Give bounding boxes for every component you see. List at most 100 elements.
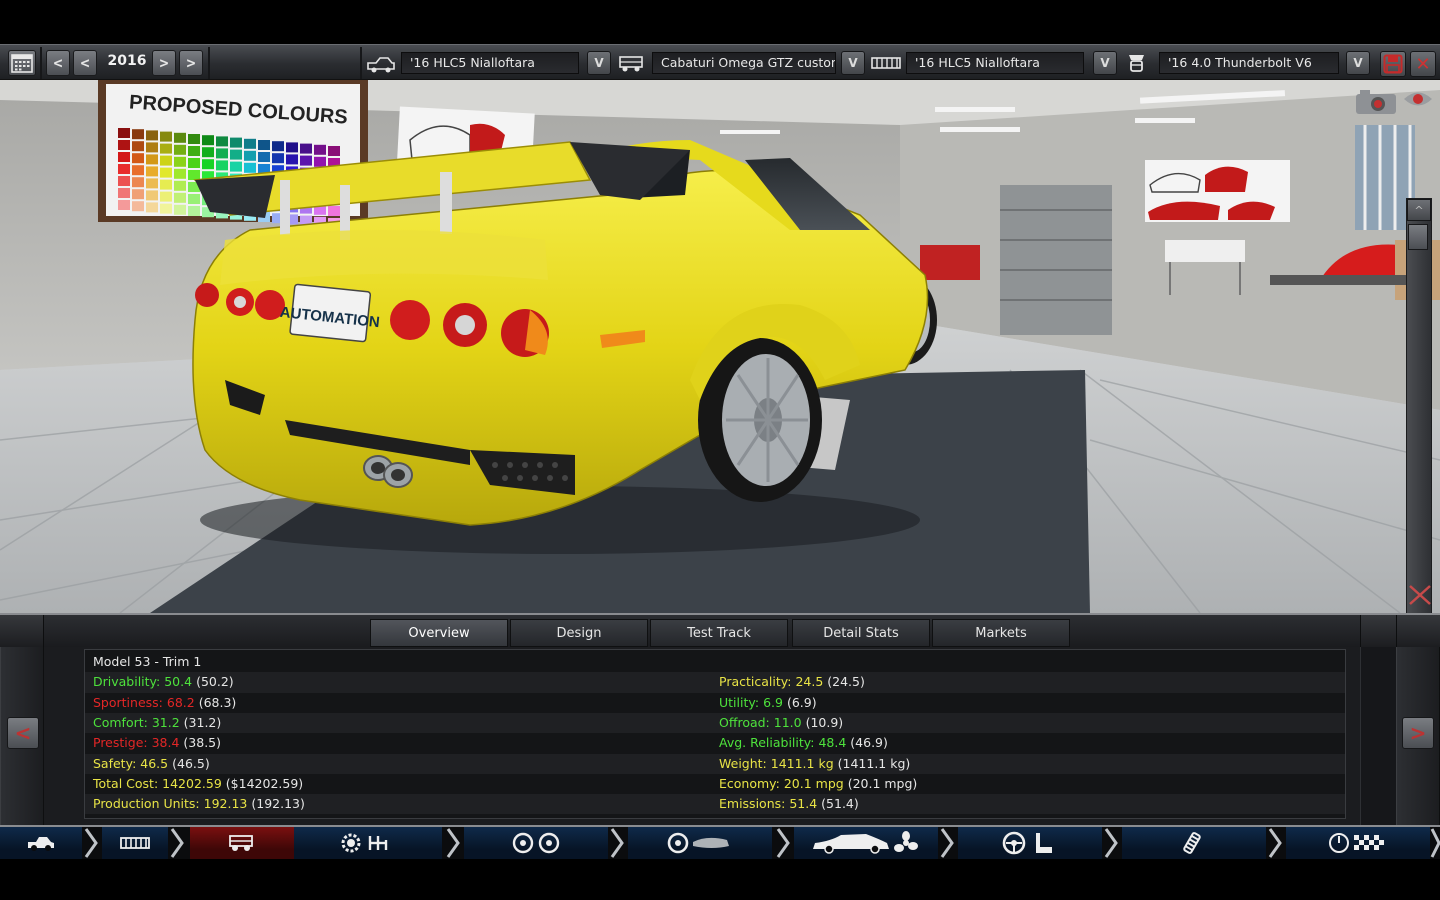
stat-value: 1411.1 kg xyxy=(770,755,834,771)
colour-swatch xyxy=(118,188,130,198)
colour-swatch xyxy=(118,164,130,174)
nav-test-track[interactable] xyxy=(1286,827,1430,859)
colour-swatch xyxy=(244,138,256,149)
colour-swatch xyxy=(146,166,158,177)
colour-swatch xyxy=(146,178,158,189)
colour-swatch xyxy=(328,206,340,216)
year-prev-fast-button[interactable]: < xyxy=(46,50,70,76)
tab-overview[interactable]: Overview xyxy=(370,619,508,647)
colour-swatch xyxy=(230,149,242,160)
year-prev-button[interactable]: < xyxy=(73,50,97,76)
colour-swatch xyxy=(188,194,200,204)
colour-swatch xyxy=(286,142,298,153)
scroll-track[interactable] xyxy=(1406,198,1432,613)
stat-item: Weight: 1411.1 kg (1411.1 kg) xyxy=(719,756,910,771)
colour-swatch xyxy=(146,202,158,213)
stats-title: Model 53 - Trim 1 xyxy=(93,654,202,669)
calendar-button[interactable] xyxy=(8,50,36,76)
colour-swatch xyxy=(202,159,214,170)
reset-view-button[interactable] xyxy=(1406,582,1434,608)
zoom-scrollbar[interactable]: ^ v xyxy=(1406,198,1432,613)
nav-wheels[interactable] xyxy=(464,827,608,859)
nav-chassis[interactable] xyxy=(102,827,168,859)
camera-icon xyxy=(1356,90,1396,114)
nav-chevron xyxy=(776,828,790,858)
scroll-thumb[interactable] xyxy=(1408,224,1428,250)
engine-gearbox-icon xyxy=(341,833,388,853)
colour-swatch xyxy=(258,152,270,162)
colour-swatch xyxy=(328,146,340,156)
car-model-icon xyxy=(366,51,396,75)
stat-label: Production Units: xyxy=(93,796,200,812)
stat-item: Emissions: 51.4 (51.4) xyxy=(719,796,859,811)
tab-detail-stats[interactable]: Detail Stats xyxy=(792,619,930,647)
car-3d-viewport[interactable]: PROPOSED COLOURS AUTOMATION ^ xyxy=(0,80,1440,613)
stat-label: Prestige: xyxy=(93,735,148,751)
body-dropdown-button[interactable]: V xyxy=(841,51,865,75)
car-side-icon xyxy=(28,837,54,851)
trim-field[interactable]: '16 HLC5 Nialloftara xyxy=(906,52,1084,74)
stat-reference: (1411.1 kg) xyxy=(837,755,911,771)
toolbar-separator xyxy=(360,47,362,79)
screenshot-button[interactable] xyxy=(1354,86,1398,116)
trim-dropdown-button[interactable]: V xyxy=(1093,51,1117,75)
stat-item: Comfort: 31.2 (31.2) xyxy=(93,715,221,730)
stat-item: Utility: 6.9 (6.9) xyxy=(719,695,817,710)
model-dropdown-button[interactable]: V xyxy=(587,51,611,75)
scroll-up-button[interactable]: ^ xyxy=(1407,199,1431,221)
year-next-button[interactable]: > xyxy=(152,50,176,76)
nav-engine-gearbox[interactable] xyxy=(294,827,442,859)
nav-interior[interactable] xyxy=(958,827,1102,859)
next-page-button[interactable]: > xyxy=(1402,717,1434,749)
tab-test-track[interactable]: Test Track xyxy=(650,619,788,647)
colour-swatch xyxy=(132,189,144,200)
stat-reference: (68.3) xyxy=(198,694,237,710)
stat-value: 24.5 xyxy=(795,674,824,690)
nav-car-model[interactable] xyxy=(0,827,82,859)
engine-dropdown-button[interactable]: V xyxy=(1346,51,1370,75)
tab-markets[interactable]: Markets xyxy=(932,619,1070,647)
stat-reference: (20.1 mpg) xyxy=(847,775,918,791)
stat-label: Comfort: xyxy=(93,714,148,730)
view-toggle-button[interactable] xyxy=(1402,86,1434,112)
colour-swatch xyxy=(286,154,298,165)
colour-swatch xyxy=(146,130,158,141)
colour-swatch xyxy=(118,200,130,210)
stat-reference: (46.9) xyxy=(850,735,888,751)
colour-swatch xyxy=(132,177,144,188)
stat-value: 68.2 xyxy=(166,694,195,710)
stat-item: Economy: 20.1 mpg (20.1 mpg) xyxy=(719,776,917,791)
model-field[interactable]: '16 HLC5 Nialloftara xyxy=(401,52,579,74)
colour-swatch xyxy=(244,162,256,173)
stat-item: Safety: 46.5 (46.5) xyxy=(93,756,210,771)
tab-design[interactable]: Design xyxy=(510,619,648,647)
nav-chevron xyxy=(446,828,460,858)
stat-row: Production Units: 192.13 (192.13) Emissio… xyxy=(85,794,1345,815)
nav-tuning[interactable] xyxy=(1122,827,1266,859)
colour-swatch xyxy=(118,176,130,186)
right-gutter xyxy=(1360,647,1396,825)
nav-body[interactable] xyxy=(190,827,294,859)
stat-label: Total Cost: xyxy=(93,775,159,791)
engine-field[interactable]: '16 4.0 Thunderbolt V6 xyxy=(1159,52,1339,74)
colour-swatch xyxy=(188,206,200,216)
nav-chevron xyxy=(940,828,954,858)
stat-value: 11.0 xyxy=(773,714,802,730)
stat-label: Utility: xyxy=(719,694,760,710)
colour-swatch xyxy=(132,153,144,164)
stat-item: Production Units: 192.13 (192.13) xyxy=(93,796,305,811)
nav-aero[interactable] xyxy=(794,827,938,859)
colour-swatch xyxy=(216,136,228,147)
nav-chevron xyxy=(1268,828,1282,858)
tab-bar-left-cap xyxy=(0,615,44,647)
stat-label: Drivability: xyxy=(93,674,161,690)
nav-suspension[interactable] xyxy=(628,827,772,859)
close-button[interactable]: ✕ xyxy=(1410,51,1436,77)
year-next-fast-button[interactable]: > xyxy=(179,50,203,76)
previous-page-button[interactable]: < xyxy=(7,717,39,749)
colour-swatch xyxy=(160,203,172,214)
body-field[interactable]: Cabaturi Omega GTZ custom xyxy=(652,52,836,74)
tab-bar-right-cap xyxy=(1396,615,1440,647)
app-root: < < 2016 > > '16 HLC5 Nialloftara V Caba… xyxy=(0,0,1440,900)
save-button[interactable] xyxy=(1380,51,1406,77)
